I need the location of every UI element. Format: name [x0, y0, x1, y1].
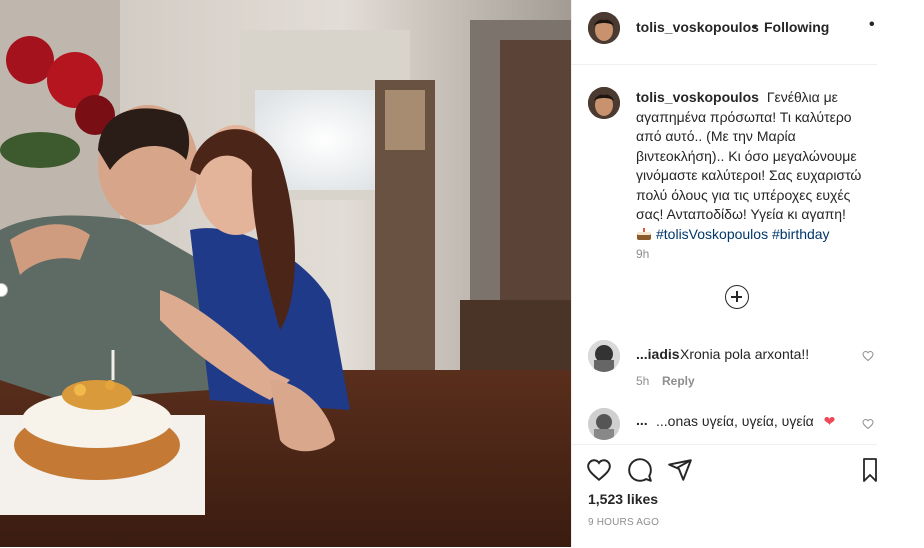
author-avatar[interactable] [588, 12, 620, 44]
post-actions: 1,523 likes 9 HOURS AGO [572, 444, 878, 548]
header-separator: • [752, 18, 757, 34]
header-username[interactable]: tolis_voskopoulos [636, 19, 759, 35]
post-timestamp[interactable]: 9 HOURS AGO [588, 517, 659, 528]
more-options-button[interactable]: • [869, 16, 875, 34]
commenter-username[interactable]: ...iadis [636, 346, 680, 362]
heart-icon[interactable] [586, 457, 612, 483]
caption-time: 9h [636, 247, 650, 261]
post-side-panel: tolis_voskopoulos • Following • tolis_vo… [571, 0, 878, 548]
likes-count[interactable]: 1,523 likes [588, 491, 658, 507]
caption-text: Γενέθλια με αγαπημένα πρόσωπα! Τι καλύτε… [636, 89, 862, 222]
comment-like-icon[interactable] [862, 350, 874, 362]
avatar-image [588, 340, 620, 372]
avatar-image [588, 408, 620, 440]
cake-emoji-icon [637, 227, 651, 240]
comment-icon[interactable] [627, 457, 653, 483]
comment-text: ...onas υγεία, υγεία, υγεία ❤ [656, 412, 836, 431]
red-heart-emoji-icon: ❤ [823, 413, 836, 429]
commenter-avatar[interactable] [588, 340, 620, 372]
comment-text: Xronia pola arxonta!! [680, 346, 810, 362]
post-image [0, 0, 571, 547]
hashtag-link[interactable]: #birthday [772, 226, 830, 242]
load-more-comments-button[interactable] [725, 285, 749, 309]
hashtag-link[interactable]: #tolisVoskopoulos [656, 226, 768, 242]
comment-time: 5h [636, 374, 650, 388]
page-background [877, 0, 924, 547]
commenter-username[interactable]: ... [636, 412, 648, 428]
avatar-image [588, 12, 620, 44]
comment-like-icon[interactable] [862, 418, 874, 430]
post-caption: tolis_voskopoulos Γενέθλια με αγαπημένα … [636, 88, 872, 244]
commenter-avatar[interactable] [588, 408, 620, 440]
avatar-image [588, 87, 620, 119]
share-icon[interactable] [667, 457, 693, 483]
bookmark-icon[interactable] [863, 457, 877, 483]
following-button[interactable]: Following [764, 19, 829, 35]
caption-username[interactable]: tolis_voskopoulos [636, 89, 759, 105]
post-photo[interactable] [0, 0, 571, 547]
comment-text-content: ...onas υγεία, υγεία, υγεία [656, 413, 814, 429]
reply-button[interactable]: Reply [662, 374, 695, 388]
caption-avatar[interactable] [588, 87, 620, 119]
post-header: tolis_voskopoulos • Following • [572, 0, 878, 65]
